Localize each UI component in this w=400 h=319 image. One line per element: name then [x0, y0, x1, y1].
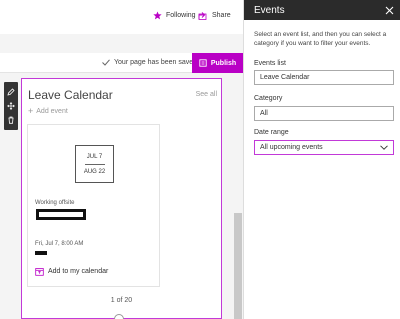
plus-icon: + — [28, 106, 34, 116]
redacted-title — [36, 209, 86, 220]
chevron-down-icon — [380, 145, 388, 150]
category-value: All — [260, 110, 268, 117]
add-event-button[interactable]: + Add event — [28, 106, 68, 116]
publish-button[interactable]: Publish — [192, 53, 243, 73]
pane-header: Events — [244, 0, 400, 20]
category-label: Category — [254, 95, 283, 102]
scrollbar[interactable] — [234, 213, 242, 319]
publish-label: Publish — [210, 59, 237, 67]
webpart-toolbar — [4, 82, 18, 130]
event-datetime: Fri, Jul 7, 8:00 AM — [35, 241, 84, 247]
date-range-value: All upcoming events — [260, 144, 323, 151]
see-all-link[interactable]: See all — [196, 91, 217, 98]
event-date-box: JUL 7 AUG 22 — [75, 145, 114, 183]
following-label: Following — [166, 12, 196, 19]
events-property-pane: Events Select an event list, and then yo… — [243, 0, 400, 319]
pane-description: Select an event list, and then you can s… — [254, 31, 387, 47]
add-to-calendar-button[interactable]: Add to my calendar — [35, 267, 108, 276]
publish-icon — [199, 59, 207, 67]
star-icon — [153, 11, 162, 20]
top-bar: Following Share — [0, 0, 243, 34]
scroll-handle[interactable] — [114, 314, 124, 319]
pane-title: Events — [254, 4, 285, 16]
share-label: Share — [212, 12, 231, 19]
calendar-icon — [35, 268, 44, 276]
saved-message: Your page has been saved — [102, 59, 197, 66]
following-button[interactable]: Following — [153, 11, 196, 20]
date-range-label: Date range — [254, 129, 289, 136]
events-webpart[interactable]: Leave Calendar See all + Add event JUL 7… — [21, 78, 222, 319]
delete-icon[interactable] — [7, 116, 15, 124]
share-button[interactable]: Share — [198, 11, 231, 20]
redacted-detail — [35, 251, 47, 255]
events-list-label: Events list — [254, 60, 286, 67]
close-icon[interactable] — [385, 6, 394, 15]
webpart-title: Leave Calendar — [28, 88, 113, 102]
event-location: Working offsite — [35, 200, 75, 206]
event-card[interactable]: JUL 7 AUG 22 Working offsite Fri, Jul 7,… — [27, 124, 160, 287]
events-list-value: Leave Calendar — [260, 74, 310, 81]
add-event-label: Add event — [36, 107, 68, 115]
date-divider — [84, 163, 105, 165]
category-field[interactable]: All — [254, 106, 394, 121]
checkmark-icon — [102, 59, 110, 66]
event-start-date: JUL 7 — [86, 153, 103, 160]
move-icon[interactable] — [7, 102, 15, 110]
date-range-dropdown[interactable]: All upcoming events — [254, 140, 394, 155]
saved-message-text: Your page has been saved — [114, 59, 198, 66]
add-to-calendar-label: Add to my calendar — [48, 268, 109, 275]
edit-icon[interactable] — [7, 88, 15, 96]
share-icon — [198, 12, 207, 20]
event-end-date: AUG 22 — [83, 168, 106, 175]
events-list-field[interactable]: Leave Calendar — [254, 70, 394, 85]
pager: 1 of 20 — [110, 297, 133, 304]
